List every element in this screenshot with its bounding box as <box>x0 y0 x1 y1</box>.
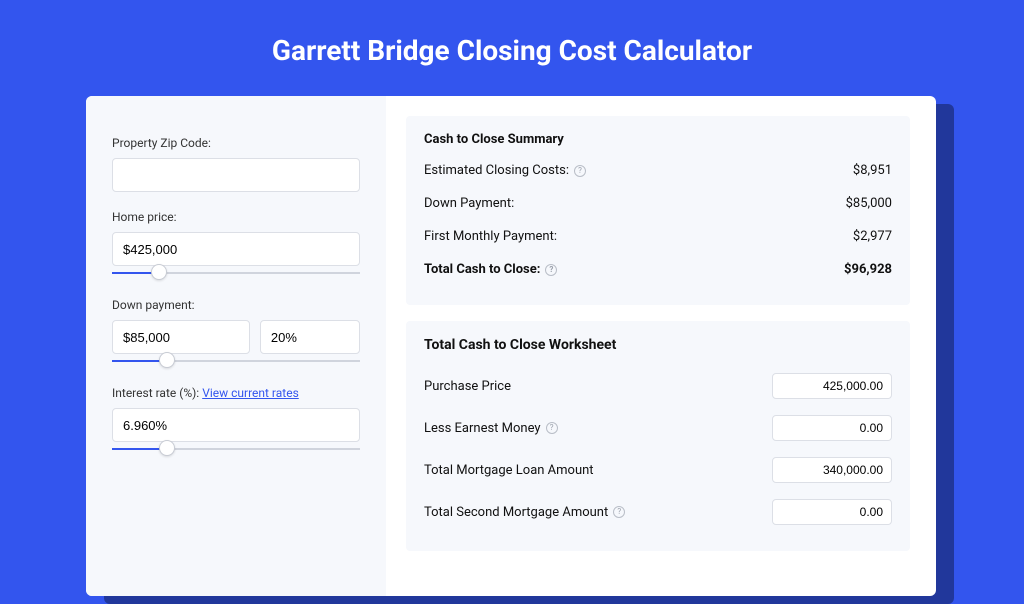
worksheet-row: Total Second Mortgage Amount ? <box>424 499 892 525</box>
summary-row: First Monthly Payment: $2,977 <box>424 229 892 244</box>
interest-input[interactable] <box>112 408 360 442</box>
help-icon[interactable]: ? <box>545 264 557 276</box>
home-price-slider[interactable] <box>112 266 360 280</box>
slider-thumb[interactable] <box>159 440 175 456</box>
down-payment-slider[interactable] <box>112 354 360 368</box>
summary-row-label: Down Payment: <box>424 196 514 211</box>
home-price-label: Home price: <box>112 210 360 224</box>
down-payment-pct-input[interactable] <box>260 320 360 354</box>
input-panel: Property Zip Code: Home price: Down paym… <box>86 96 386 596</box>
zip-label: Property Zip Code: <box>112 136 360 150</box>
summary-row-value: $2,977 <box>853 229 892 244</box>
field-zip: Property Zip Code: <box>112 136 360 192</box>
worksheet-row: Total Mortgage Loan Amount <box>424 457 892 483</box>
summary-total-value: $96,928 <box>844 262 892 277</box>
worksheet-row: Less Earnest Money ? <box>424 415 892 441</box>
view-rates-link[interactable]: View current rates <box>202 386 299 400</box>
summary-row-label: First Monthly Payment: <box>424 229 557 244</box>
interest-slider[interactable] <box>112 442 360 456</box>
field-down-payment: Down payment: <box>112 298 360 368</box>
summary-row-label: Estimated Closing Costs: <box>424 163 569 178</box>
summary-total-row: Total Cash to Close: ? $96,928 <box>424 262 892 277</box>
results-panel: Cash to Close Summary Estimated Closing … <box>386 96 936 596</box>
worksheet-input-mortgage-loan[interactable] <box>772 457 892 483</box>
summary-row-value: $8,951 <box>853 163 892 178</box>
interest-label: Interest rate (%): View current rates <box>112 386 360 400</box>
worksheet-section: Total Cash to Close Worksheet Purchase P… <box>406 321 910 551</box>
worksheet-input-second-mortgage[interactable] <box>772 499 892 525</box>
summary-row: Down Payment: $85,000 <box>424 196 892 211</box>
down-payment-input[interactable] <box>112 320 250 354</box>
help-icon[interactable]: ? <box>613 506 625 518</box>
worksheet-heading: Total Cash to Close Worksheet <box>424 337 892 353</box>
help-icon[interactable]: ? <box>574 165 586 177</box>
slider-thumb[interactable] <box>159 352 175 368</box>
worksheet-input-purchase-price[interactable] <box>772 373 892 399</box>
field-interest-rate: Interest rate (%): View current rates <box>112 386 360 456</box>
worksheet-input-earnest-money[interactable] <box>772 415 892 441</box>
summary-row: Estimated Closing Costs: ? $8,951 <box>424 163 892 178</box>
summary-section: Cash to Close Summary Estimated Closing … <box>406 116 910 305</box>
summary-heading: Cash to Close Summary <box>424 132 892 147</box>
page-title: Garrett Bridge Closing Cost Calculator <box>0 0 1024 89</box>
down-payment-label: Down payment: <box>112 298 360 312</box>
worksheet-row-label: Less Earnest Money <box>424 421 541 436</box>
zip-input[interactable] <box>112 158 360 192</box>
slider-thumb[interactable] <box>151 264 167 280</box>
summary-total-label: Total Cash to Close: <box>424 262 540 277</box>
worksheet-row-label: Total Mortgage Loan Amount <box>424 463 594 478</box>
worksheet-row-label: Purchase Price <box>424 379 511 394</box>
home-price-input[interactable] <box>112 232 360 266</box>
interest-label-text: Interest rate (%): <box>112 386 202 400</box>
help-icon[interactable]: ? <box>546 422 558 434</box>
worksheet-row-label: Total Second Mortgage Amount <box>424 505 608 520</box>
worksheet-row: Purchase Price <box>424 373 892 399</box>
summary-row-value: $85,000 <box>846 196 892 211</box>
calculator-card: Property Zip Code: Home price: Down paym… <box>86 96 936 596</box>
field-home-price: Home price: <box>112 210 360 280</box>
